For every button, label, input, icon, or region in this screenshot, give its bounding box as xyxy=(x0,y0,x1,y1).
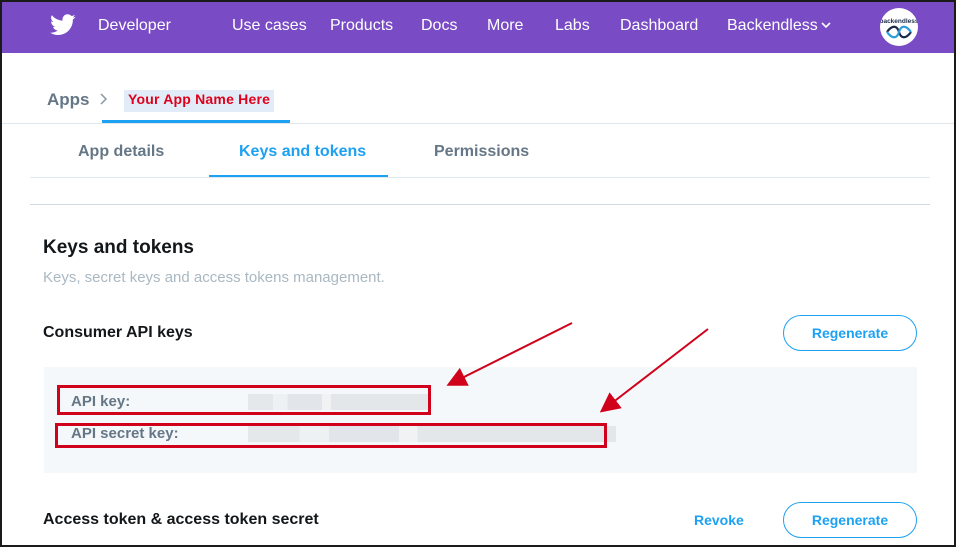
account-avatar[interactable]: backendless xyxy=(880,8,918,46)
twitter-bird-icon[interactable] xyxy=(50,14,76,36)
avatar-logo-text: backendless xyxy=(880,18,918,25)
consumer-api-keys-heading: Consumer API keys xyxy=(43,324,193,341)
revoke-access-token-button[interactable]: Revoke xyxy=(694,512,744,528)
nav-account-dropdown[interactable]: Backendless xyxy=(727,17,818,35)
access-token-heading: Access token & access token secret xyxy=(43,511,319,528)
tab-keys-and-tokens[interactable]: Keys and tokens xyxy=(239,143,366,161)
nav-link-products[interactable]: Products xyxy=(330,17,393,35)
backendless-logo-icon: backendless xyxy=(880,18,918,39)
divider xyxy=(30,204,930,205)
top-navigation-bar: Developer Use cases Products Docs More L… xyxy=(0,0,956,53)
nav-link-dashboard[interactable]: Dashboard xyxy=(620,17,698,35)
developer-brand-link[interactable]: Developer xyxy=(98,17,171,35)
chevron-down-icon[interactable] xyxy=(820,20,832,30)
nav-link-labs[interactable]: Labs xyxy=(555,17,590,35)
regenerate-consumer-keys-button[interactable]: Regenerate xyxy=(783,315,917,351)
nav-link-docs[interactable]: Docs xyxy=(421,17,457,35)
nav-link-use-cases[interactable]: Use cases xyxy=(232,17,307,35)
divider xyxy=(2,123,954,124)
tab-app-details[interactable]: App details xyxy=(78,143,164,161)
highlight-box-api-key xyxy=(57,385,431,415)
tab-permissions[interactable]: Permissions xyxy=(434,143,529,161)
breadcrumb-current-app[interactable]: Your App Name Here xyxy=(124,90,275,112)
section-title: Keys and tokens xyxy=(43,237,194,258)
regenerate-access-token-button[interactable]: Regenerate xyxy=(783,502,917,538)
chevron-right-icon xyxy=(100,93,108,105)
consumer-keys-panel xyxy=(44,367,917,473)
nav-link-more[interactable]: More xyxy=(487,17,523,35)
highlight-box-api-secret-key xyxy=(55,423,607,448)
breadcrumb-apps-link[interactable]: Apps xyxy=(47,90,90,110)
divider xyxy=(30,177,930,178)
section-subtitle: Keys, secret keys and access tokens mana… xyxy=(43,269,385,286)
